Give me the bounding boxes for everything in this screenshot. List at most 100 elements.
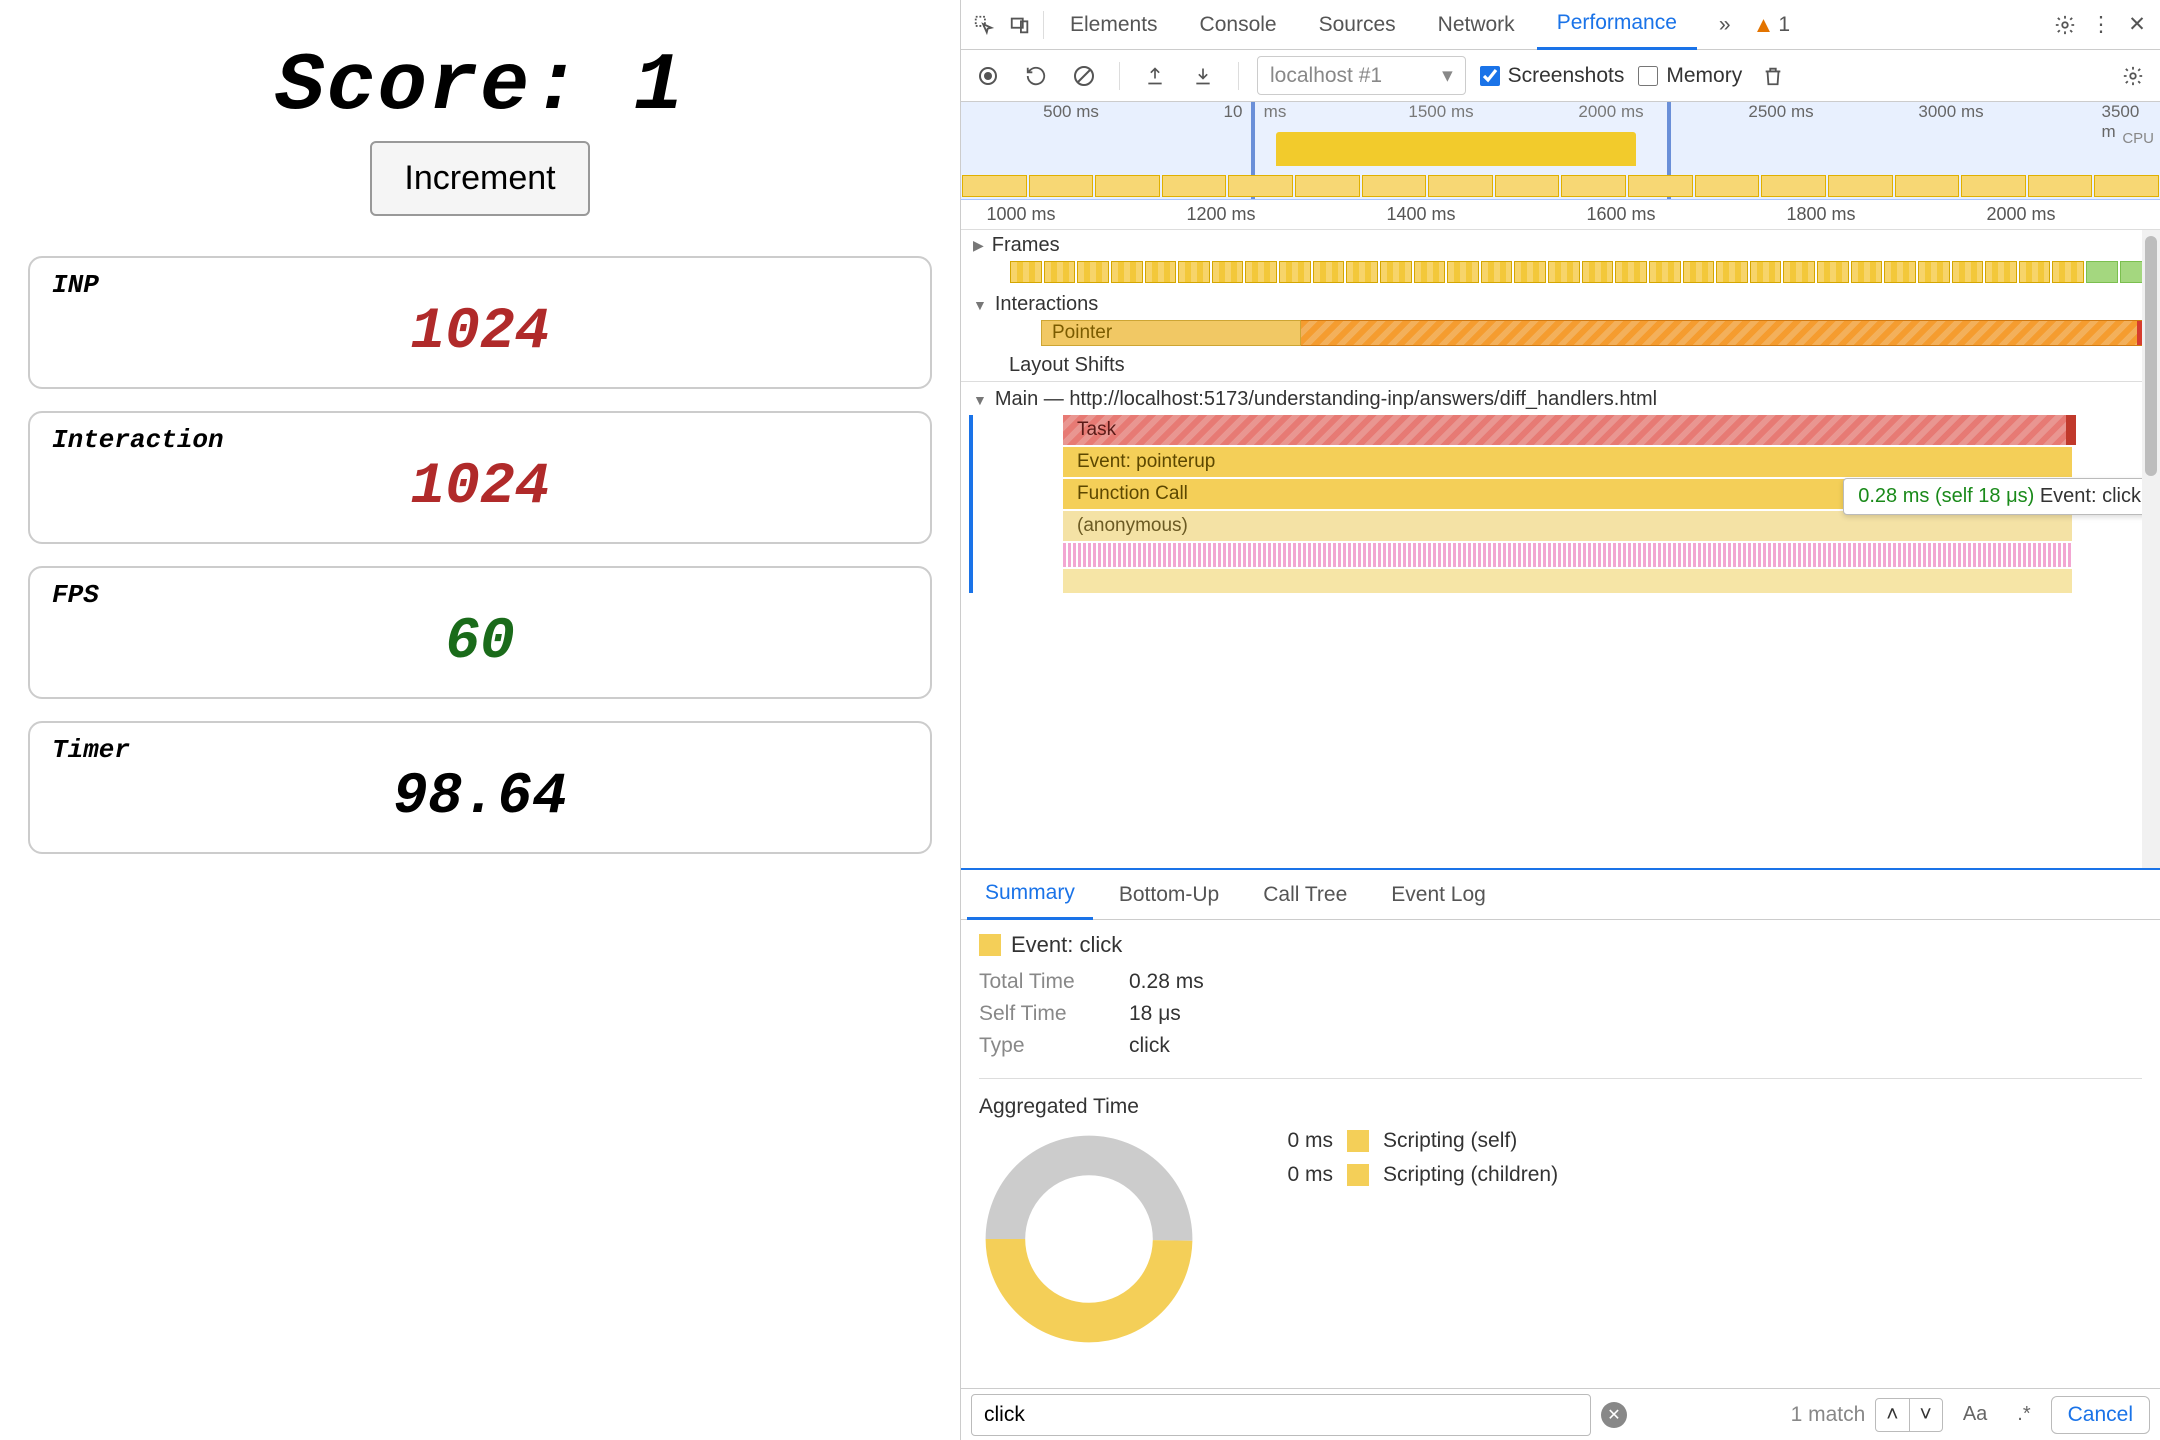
metric-value: 60 — [52, 610, 908, 675]
metric-label: FPS — [52, 580, 908, 610]
flame-task[interactable]: Task — [1063, 415, 2072, 445]
metric-fps: FPS 60 — [28, 566, 932, 699]
flame-event-pointerup[interactable]: Event: pointerup — [1063, 447, 2072, 477]
expand-icon[interactable]: ▶ — [973, 237, 984, 254]
layout-shifts-header[interactable]: Layout Shifts — [961, 350, 2160, 381]
timeline-ruler[interactable]: 1000 ms 1200 ms 1400 ms 1600 ms 1800 ms … — [961, 200, 2160, 230]
flame-layout-row[interactable] — [1063, 543, 2072, 567]
metric-value: 1024 — [52, 300, 908, 365]
interactions-track-header[interactable]: ▼ Interactions — [961, 289, 2160, 320]
tl-tick: 1400 ms — [1386, 204, 1455, 225]
recording-select[interactable]: localhost #1 ▾ — [1257, 56, 1466, 95]
cpu-label: CPU — [2122, 130, 2154, 147]
tl-tick: 1200 ms — [1186, 204, 1255, 225]
btab-bottom-up[interactable]: Bottom-Up — [1101, 871, 1237, 919]
flame-anonymous[interactable]: (anonymous) — [1063, 511, 2072, 541]
tab-console[interactable]: Console — [1180, 1, 1297, 49]
color-swatch — [1347, 1130, 1369, 1152]
device-icon[interactable] — [1003, 8, 1037, 42]
gc-icon[interactable] — [1756, 59, 1790, 93]
clear-find-icon[interactable]: ✕ — [1601, 1402, 1627, 1428]
tab-performance[interactable]: Performance — [1537, 0, 1697, 50]
tooltip-timing: 0.28 ms (self 18 μs) — [1858, 485, 2034, 507]
pointer-interaction-bar[interactable]: Pointer — [1041, 320, 2152, 346]
find-next-button[interactable]: ˅ — [1910, 1399, 1942, 1431]
flame-anon-label: (anonymous) — [1077, 515, 1188, 537]
summary-panel: Event: click Total Time 0.28 ms Self Tim… — [961, 920, 2160, 1388]
main-track-label: Main — http://localhost:5173/understandi… — [995, 388, 1657, 411]
record-button[interactable] — [971, 59, 1005, 93]
reload-record-button[interactable] — [1019, 59, 1053, 93]
interactions-label: Interactions — [995, 293, 1098, 316]
screenshots-checkbox[interactable]: Screenshots — [1480, 64, 1625, 88]
perf-toolbar: localhost #1 ▾ Screenshots Memory — [961, 50, 2160, 102]
screenshots-input[interactable] — [1480, 66, 1500, 86]
find-match-count: 1 match — [1791, 1403, 1866, 1427]
tab-elements[interactable]: Elements — [1050, 1, 1178, 49]
close-icon[interactable]: ✕ — [2120, 8, 2154, 42]
inspect-icon[interactable] — [967, 8, 1001, 42]
legend-ms: 0 ms — [1259, 1129, 1333, 1153]
summary-title-text: Event: click — [1011, 932, 1122, 958]
frames-track-header[interactable]: ▶ Frames — [961, 230, 2160, 261]
donut-chart — [979, 1129, 1199, 1249]
devtools-tabbar: Elements Console Sources Network Perform… — [961, 0, 2160, 50]
find-input[interactable] — [971, 1394, 1591, 1436]
memory-checkbox[interactable]: Memory — [1638, 64, 1742, 88]
color-swatch — [979, 934, 1001, 956]
warnings-badge[interactable]: ▲1 — [1753, 12, 1790, 38]
gear-icon[interactable] — [2116, 59, 2150, 93]
btab-summary[interactable]: Summary — [967, 869, 1093, 920]
clear-button[interactable] — [1067, 59, 1101, 93]
ov-tick: 3000 ms — [1918, 102, 1983, 122]
memory-input[interactable] — [1638, 66, 1658, 86]
pointer-label: Pointer — [1052, 322, 1112, 344]
metric-label: Timer — [52, 735, 908, 765]
gear-icon[interactable] — [2048, 8, 2082, 42]
tooltip-label: Event: click — [2040, 485, 2141, 507]
find-bar: ✕ 1 match ˄ ˅ Aa .* Cancel — [961, 1388, 2160, 1440]
metric-interaction: Interaction 1024 — [28, 411, 932, 544]
metric-inp: INP 1024 — [28, 256, 932, 389]
memory-label: Memory — [1666, 64, 1742, 88]
increment-button[interactable]: Increment — [370, 141, 589, 216]
find-cancel-button[interactable]: Cancel — [2051, 1396, 2150, 1434]
collapse-icon[interactable]: ▼ — [973, 392, 987, 408]
total-time-label: Total Time — [979, 970, 1109, 994]
collapse-icon[interactable]: ▼ — [973, 297, 987, 313]
screenshots-label: Screenshots — [1508, 64, 1625, 88]
type-label: Type — [979, 1034, 1109, 1058]
vertical-scrollbar[interactable] — [2142, 230, 2160, 868]
chevron-down-icon: ▾ — [1442, 63, 1453, 88]
tl-tick: 1800 ms — [1786, 204, 1855, 225]
upload-icon[interactable] — [1138, 59, 1172, 93]
main-track-header[interactable]: ▼ Main — http://localhost:5173/understand… — [961, 381, 2160, 415]
aggregated-title: Aggregated Time — [979, 1095, 2142, 1119]
overview-thumbnails — [961, 175, 2160, 197]
tab-network[interactable]: Network — [1418, 1, 1535, 49]
frames-label: Frames — [992, 234, 1060, 257]
overview-minimap[interactable]: 500 ms 10 ms 1500 ms 2000 ms 2500 ms 300… — [961, 102, 2160, 200]
self-time-value: 18 μs — [1129, 1002, 2142, 1026]
tabs-overflow[interactable]: » — [1699, 1, 1751, 49]
frames-strip[interactable] — [1009, 261, 2152, 283]
flame-event-label: Event: pointerup — [1077, 451, 1215, 473]
find-prev-button[interactable]: ˄ — [1876, 1399, 1909, 1431]
flame-func-label: Function Call — [1077, 483, 1188, 505]
legend-ms: 0 ms — [1259, 1163, 1333, 1187]
regex-toggle[interactable]: .* — [2007, 1399, 2040, 1430]
score-title: Score: 1 — [28, 40, 932, 133]
legend-label: Scripting (self) — [1383, 1129, 1517, 1153]
color-swatch — [1347, 1164, 1369, 1186]
case-sensitive-toggle[interactable]: Aa — [1953, 1399, 1997, 1430]
flame-children-row[interactable] — [1063, 569, 2072, 593]
tl-tick: 1600 ms — [1586, 204, 1655, 225]
kebab-icon[interactable]: ⋮ — [2084, 8, 2118, 42]
download-icon[interactable] — [1186, 59, 1220, 93]
btab-event-log[interactable]: Event Log — [1373, 871, 1504, 919]
self-time-label: Self Time — [979, 1002, 1109, 1026]
flame-chart[interactable]: ▶ Frames ▼ Interactions Pointer Layout Shi… — [961, 230, 2160, 870]
tab-sources[interactable]: Sources — [1299, 1, 1416, 49]
recording-select-label: localhost #1 — [1270, 64, 1382, 88]
btab-call-tree[interactable]: Call Tree — [1245, 871, 1365, 919]
